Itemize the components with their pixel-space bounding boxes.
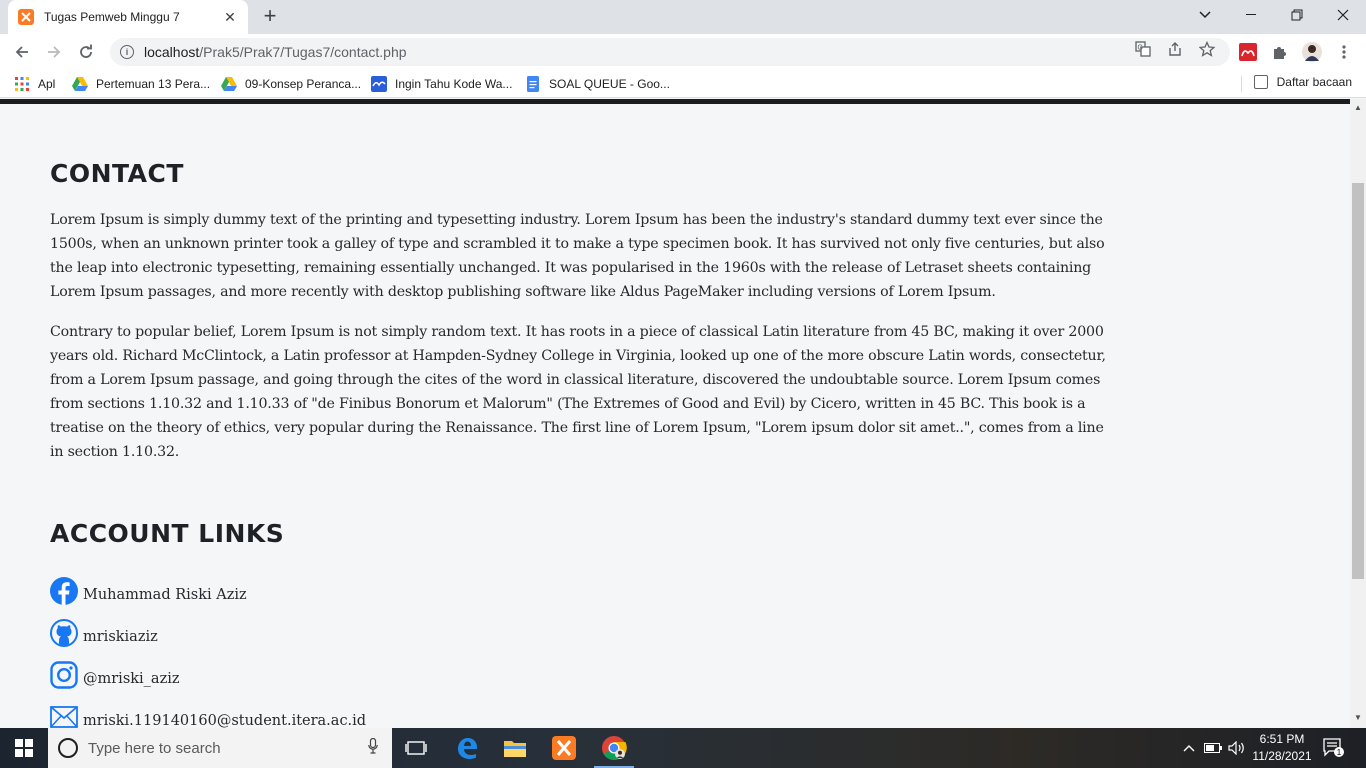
- search-icon: [58, 738, 78, 758]
- page-header-border: [0, 99, 1350, 104]
- back-button[interactable]: [8, 38, 36, 66]
- bookmark-label: Apl: [38, 77, 56, 91]
- taskbar-clock[interactable]: 6:51 PM 11/28/2021: [1244, 731, 1320, 765]
- url-path: /Prak5/Prak7/Tugas7/contact.php: [199, 44, 407, 60]
- account-links-list: Muhammad Riski Aziz mriskiaziz @mriski_a…: [50, 563, 366, 728]
- bookmark-label: Pertemuan 13 Pera...: [96, 77, 211, 91]
- google-drive-icon: [72, 76, 88, 92]
- tab-search-chevron-icon[interactable]: [1182, 0, 1228, 30]
- contact-heading: CONTACT: [50, 159, 184, 188]
- account-link-facebook[interactable]: Muhammad Riski Aziz: [50, 563, 366, 605]
- bookmark-star-icon[interactable]: [1198, 40, 1216, 58]
- bookmark-pertemuan-13[interactable]: Pertemuan 13 Pera...: [72, 75, 210, 93]
- file-explorer-button[interactable]: [491, 728, 539, 768]
- share-icon[interactable]: [1166, 40, 1184, 58]
- xampp-favicon-icon: [18, 9, 34, 25]
- envelope-icon: [50, 703, 78, 728]
- clock-time: 6:51 PM: [1259, 732, 1305, 746]
- windows-taskbar: Type here to search 6:51 PM 11/28/2021 1: [0, 728, 1366, 768]
- scroll-up-arrow-icon[interactable]: ▲: [1353, 103, 1363, 113]
- scroll-down-arrow-icon[interactable]: ▼: [1353, 713, 1363, 723]
- svg-text:G: G: [1138, 45, 1143, 52]
- address-bar[interactable]: i localhost/Prak5/Prak7/Tugas7/contact.p…: [110, 38, 1230, 66]
- browser-toolbar: i localhost/Prak5/Prak7/Tugas7/contact.p…: [0, 34, 1366, 70]
- account-link-instagram[interactable]: @mriski_aziz: [50, 647, 366, 689]
- notification-center-button[interactable]: 1: [1322, 736, 1346, 760]
- bookmark-konsep-peranca[interactable]: 09-Konsep Peranca...: [221, 75, 361, 93]
- instagram-icon: [50, 661, 78, 689]
- show-hidden-icons-chevron-icon[interactable]: [1178, 728, 1200, 768]
- bookmarks-separator: [1241, 76, 1242, 92]
- url-host: localhost: [144, 44, 200, 60]
- site-info-icon[interactable]: i: [120, 45, 134, 59]
- reading-list-button[interactable]: Daftar bacaan: [1253, 75, 1352, 89]
- reading-list-label: Daftar bacaan: [1276, 75, 1352, 89]
- google-drive-icon: [221, 76, 237, 92]
- page-scrollbar[interactable]: ▲ ▼: [1350, 99, 1366, 728]
- mendeley-extension-icon[interactable]: [1238, 42, 1258, 62]
- chrome-app-button[interactable]: [590, 728, 638, 768]
- bookmark-apps[interactable]: Apl: [14, 75, 55, 93]
- account-link-email[interactable]: mriski.119140160@student.itera.ac.id: [50, 689, 366, 728]
- contact-section: CONTACT Lorem Ipsum is simply dummy text…: [50, 159, 1120, 480]
- browser-tab[interactable]: Tugas Pemweb Minggu 7 ✕: [8, 0, 248, 34]
- contact-paragraph-1: Lorem Ipsum is simply dummy text of the …: [50, 212, 1105, 300]
- github-icon: [50, 619, 78, 647]
- facebook-icon: [50, 577, 78, 605]
- tab-title: Tugas Pemweb Minggu 7: [44, 10, 180, 24]
- notification-icon: 1: [1323, 738, 1344, 757]
- search-placeholder: Type here to search: [88, 739, 221, 757]
- task-view-icon: [405, 741, 427, 755]
- url-text: localhost/Prak5/Prak7/Tugas7/contact.php: [144, 44, 407, 60]
- web-page: CONTACT Lorem Ipsum is simply dummy text…: [0, 99, 1350, 728]
- extensions-puzzle-icon[interactable]: [1270, 42, 1290, 62]
- account-link-text: mriski.119140160@student.itera.ac.id: [83, 713, 367, 728]
- tab-strip: Tugas Pemweb Minggu 7 ✕ +: [0, 0, 1366, 34]
- edge-app-button[interactable]: [443, 728, 491, 768]
- bookmark-label: Ingin Tahu Kode Wa...: [395, 77, 513, 91]
- bookmark-label: SOAL QUEUE - Goo...: [549, 77, 670, 91]
- battery-icon[interactable]: [1202, 728, 1224, 768]
- site-icon: [371, 76, 387, 92]
- bookmark-soal-queue[interactable]: SOAL QUEUE - Goo...: [525, 75, 670, 93]
- bookmarks-bar: Apl Pertemuan 13 Pera... 09-Konsep Peran…: [0, 70, 1366, 98]
- translate-icon[interactable]: G: [1134, 40, 1152, 58]
- contact-paragraph-2: Contrary to popular belief, Lorem Ipsum …: [50, 324, 1106, 460]
- bookmark-label: 09-Konsep Peranca...: [245, 77, 362, 91]
- apps-grid-icon: [14, 76, 30, 92]
- account-link-text: @mriski_aziz: [83, 671, 180, 687]
- bookmark-ingin-tahu-kode[interactable]: Ingin Tahu Kode Wa...: [371, 75, 512, 93]
- tab-close-icon[interactable]: ✕: [222, 9, 238, 26]
- clock-date: 11/28/2021: [1252, 749, 1312, 763]
- notification-count: 1: [1337, 748, 1342, 757]
- account-links-heading: ACCOUNT LINKS: [50, 519, 285, 548]
- more-menu-icon[interactable]: [1334, 42, 1354, 62]
- close-window-button[interactable]: [1320, 0, 1366, 30]
- account-link-text: mriskiaziz: [83, 629, 158, 645]
- account-link-github[interactable]: mriskiaziz: [50, 605, 366, 647]
- restore-button[interactable]: [1274, 0, 1320, 30]
- minimize-button[interactable]: [1228, 0, 1274, 30]
- task-view-button[interactable]: [392, 728, 440, 768]
- taskbar-search-box[interactable]: Type here to search: [48, 728, 392, 768]
- windows-logo-icon: [15, 739, 33, 757]
- edge-icon: [458, 738, 477, 759]
- reading-list-icon: [1253, 75, 1268, 89]
- scroll-thumb[interactable]: [1352, 183, 1364, 579]
- new-tab-button[interactable]: +: [258, 5, 282, 29]
- microphone-icon[interactable]: [368, 737, 378, 759]
- account-link-text: Muhammad Riski Aziz: [83, 587, 247, 603]
- folder-icon: [504, 741, 526, 757]
- xampp-icon: [552, 736, 576, 760]
- forward-button[interactable]: [40, 38, 68, 66]
- google-docs-icon: [525, 76, 541, 92]
- reload-button[interactable]: [72, 38, 100, 66]
- profile-avatar[interactable]: [1302, 42, 1322, 62]
- chrome-icon: [602, 736, 627, 761]
- start-button[interactable]: [0, 728, 48, 768]
- xampp-app-button[interactable]: [540, 728, 588, 768]
